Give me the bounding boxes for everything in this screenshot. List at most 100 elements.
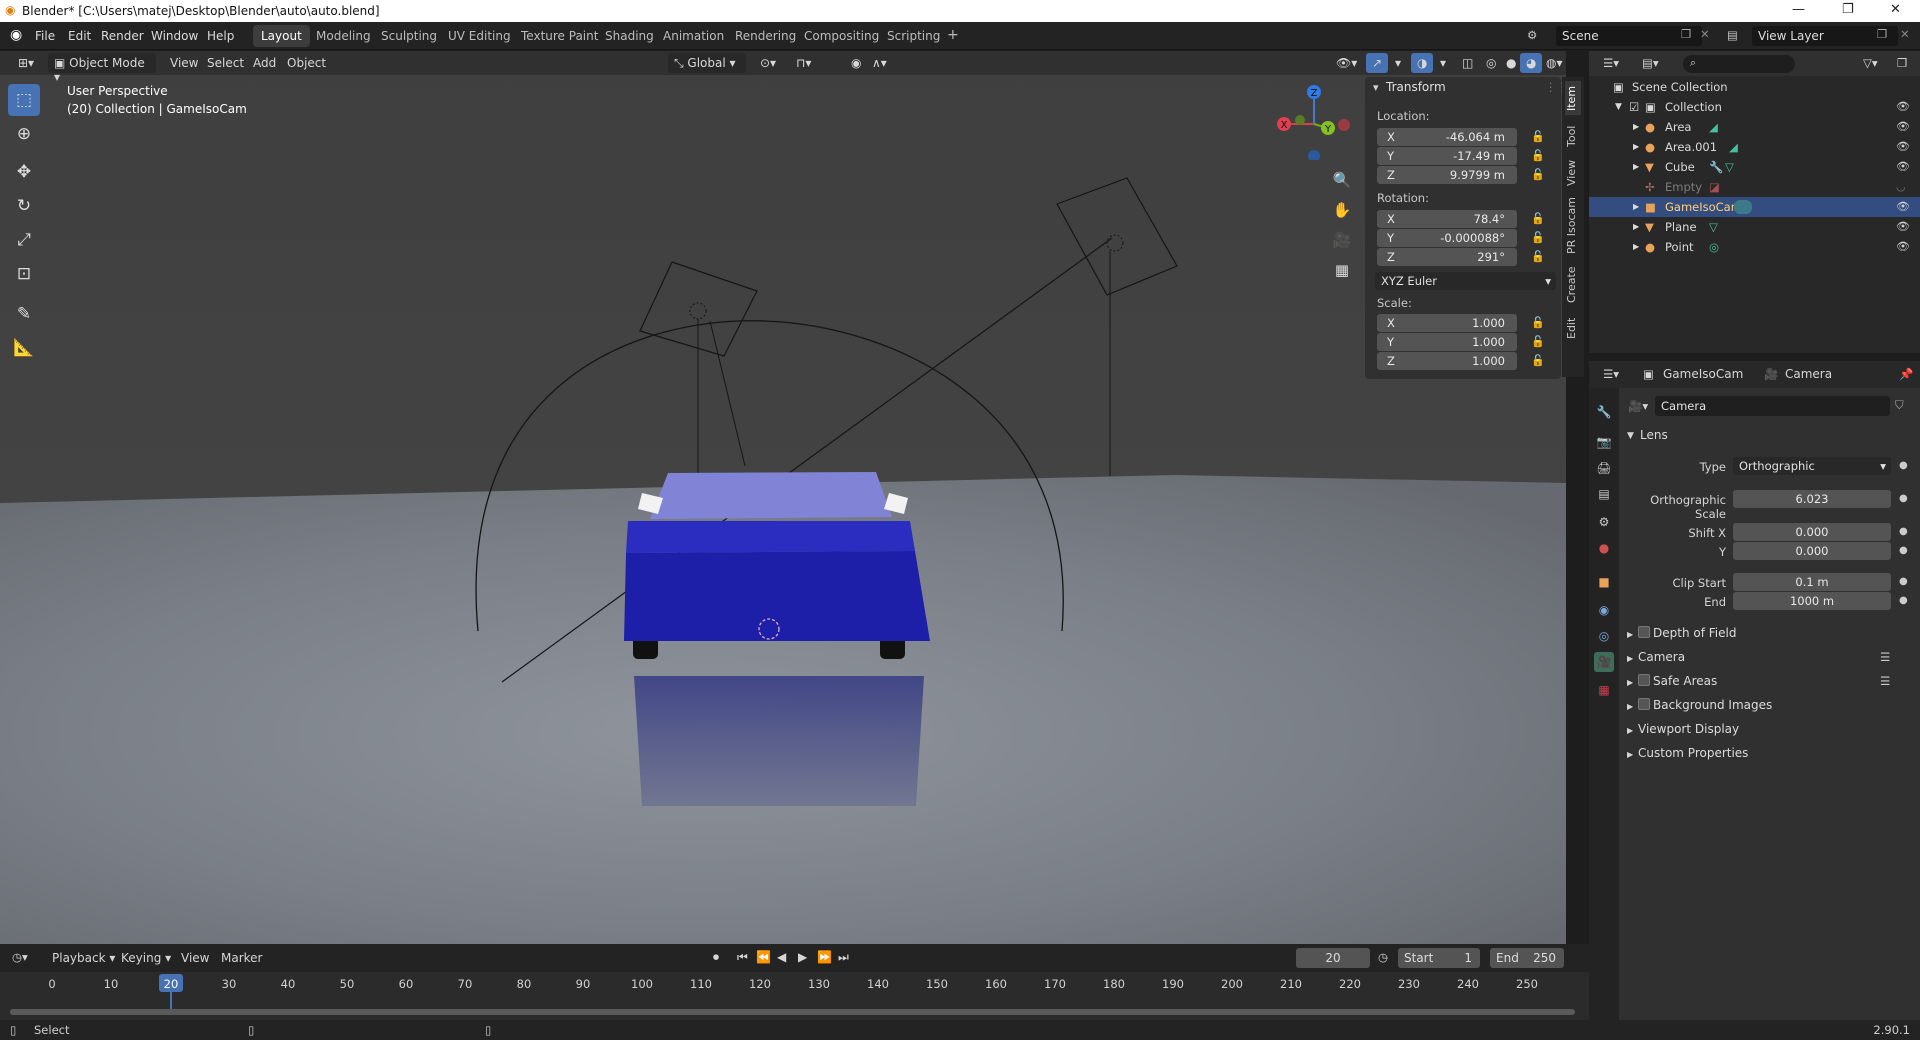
editor-type-icon[interactable]: ☰▾ — [1603, 367, 1619, 381]
expand-arrow-icon[interactable]: ▶ — [1627, 702, 1633, 711]
camera-section[interactable]: Camera — [1638, 650, 1685, 664]
physics-tab-icon[interactable]: ◉ — [1594, 600, 1614, 620]
expand-arrow-icon[interactable]: ▶ — [1633, 122, 1639, 131]
move-tool-icon[interactable]: ✥ — [8, 156, 40, 188]
rotation-mode-dropdown[interactable]: XYZ Euler ▾ — [1375, 272, 1556, 290]
expand-arrow-icon[interactable]: ▶ — [1633, 202, 1639, 211]
minimize-icon[interactable]: — — [1792, 2, 1805, 17]
delete-view-layer-icon[interactable]: ✕ — [1900, 27, 1910, 41]
background-images-section[interactable]: Background Images — [1653, 698, 1772, 712]
eye-icon[interactable]: 👁 — [1896, 100, 1910, 113]
lock-icon[interactable]: 🔓 — [1531, 354, 1545, 367]
lock-icon[interactable]: 🔓 — [1531, 130, 1545, 143]
pivot-icon[interactable]: ⊙▾ — [754, 53, 782, 73]
menu-object[interactable]: Object — [281, 53, 332, 73]
outliner-search-input[interactable]: ⌕ — [1683, 55, 1795, 73]
transform-header[interactable]: Transform — [1386, 80, 1446, 94]
shift-x-field[interactable]: 0.000 — [1733, 523, 1891, 541]
start-frame-field[interactable]: Start 1 — [1398, 948, 1480, 968]
expand-arrow-icon[interactable]: ▶ — [1627, 678, 1633, 687]
texture-tab-icon[interactable]: ▦ — [1594, 680, 1614, 700]
gizmo-neg-y-handle[interactable] — [1295, 115, 1305, 125]
close-icon[interactable]: ✕ — [1890, 2, 1901, 17]
keyframe-dot-icon[interactable]: ● — [1899, 493, 1908, 504]
tab-create[interactable]: Create — [1565, 263, 1581, 307]
eye-icon[interactable]: 👁 — [1896, 140, 1910, 153]
tab-modeling[interactable]: Modeling — [308, 25, 379, 47]
tab-animation[interactable]: Animation — [655, 25, 732, 47]
expand-arrow-icon[interactable]: ▶ — [1633, 142, 1639, 151]
menu-edit[interactable]: Edit — [68, 29, 91, 43]
menu-marker[interactable]: Marker — [221, 951, 262, 965]
depth-of-field-section[interactable]: Depth of Field — [1653, 626, 1736, 640]
rotation-z-field[interactable]: Z 291° — [1377, 248, 1517, 266]
expand-arrow-icon[interactable]: ▶ — [1633, 242, 1639, 251]
location-z-field[interactable]: Z 9.9799 m — [1377, 166, 1517, 184]
navigation-gizmo[interactable]: Z X Y — [1270, 80, 1350, 160]
view-layer-tab-icon[interactable]: ▤ — [1594, 484, 1614, 504]
outliner-collection[interactable]: ▼ ☑ ▣ Collection 👁 — [1589, 97, 1920, 117]
eye-hidden-icon[interactable]: ◡ — [1896, 180, 1906, 193]
pin-icon[interactable]: 📌 — [1899, 367, 1913, 381]
menu-add[interactable]: Add — [247, 53, 282, 73]
menu-playback[interactable]: Playback ▾ — [52, 951, 115, 965]
lock-icon[interactable]: 🔓 — [1531, 212, 1545, 225]
overlay-dropdown-icon[interactable]: ▾ — [1434, 53, 1452, 73]
editor-type-icon[interactable]: ⊞▾ — [12, 53, 40, 73]
eye-icon[interactable]: 👁 — [1896, 240, 1910, 253]
checkbox-icon[interactable]: ☑ — [1629, 100, 1639, 114]
tab-edit[interactable]: Edit — [1565, 313, 1581, 343]
tab-uv-editing[interactable]: UV Editing — [440, 25, 519, 47]
custom-properties-section[interactable]: Custom Properties — [1638, 746, 1748, 760]
prev-keyframe-icon[interactable]: ⏪ — [756, 950, 771, 964]
expand-arrow-icon[interactable]: ▶ — [1633, 162, 1639, 171]
tab-scripting[interactable]: Scripting — [879, 25, 948, 47]
play-icon[interactable]: ▶ — [798, 950, 807, 964]
outliner-item-cube[interactable]: ▶ ▼ Cube 🔧 ▽ 👁 — [1589, 157, 1920, 177]
outliner-scene-collection[interactable]: ▣ Scene Collection — [1589, 77, 1920, 97]
menu-file[interactable]: File — [35, 29, 55, 43]
jump-end-icon[interactable]: ⏭ — [838, 950, 849, 965]
tab-rendering[interactable]: Rendering — [727, 25, 804, 47]
eye-icon[interactable]: 👁 — [1896, 220, 1910, 233]
tab-texture-paint[interactable]: Texture Paint — [513, 25, 606, 47]
depth-of-field-checkbox[interactable] — [1638, 626, 1650, 638]
menu-keying[interactable]: Keying ▾ — [121, 951, 171, 965]
delete-scene-icon[interactable]: ✕ — [1700, 27, 1710, 41]
editor-type-icon[interactable]: ◷▾ — [12, 950, 28, 964]
select-box-tool-icon[interactable]: ⬚ — [8, 84, 40, 116]
add-workspace-icon[interactable]: + — [947, 27, 959, 43]
next-keyframe-icon[interactable]: ⏩ — [817, 950, 832, 964]
current-frame-field[interactable]: 20 — [1296, 948, 1370, 968]
rotation-y-field[interactable]: Y -0.000088° — [1377, 229, 1517, 247]
expand-arrow-icon[interactable]: ▶ — [1627, 630, 1633, 639]
car-body[interactable] — [624, 551, 930, 641]
ortho-grid-icon[interactable]: ▦ — [1328, 256, 1356, 284]
keyframe-dot-icon[interactable]: ● — [1899, 595, 1908, 606]
context-object-name[interactable]: GameIsoCam — [1663, 367, 1743, 381]
expand-arrow-icon[interactable]: ▼ — [1627, 431, 1634, 441]
safe-areas-checkbox[interactable] — [1638, 674, 1650, 686]
lens-section-header[interactable]: Lens — [1640, 428, 1668, 442]
scale-z-field[interactable]: Z 1.000 — [1377, 352, 1517, 370]
camera-type-dropdown[interactable]: Orthographic ▾ — [1733, 457, 1891, 475]
expand-arrow-icon[interactable]: ▼ — [1615, 102, 1622, 112]
keyframe-dot-icon[interactable]: ● — [1899, 526, 1908, 537]
rendered-shading-icon[interactable]: ◍▾ — [1540, 53, 1566, 73]
display-mode-icon[interactable]: ▤▾ — [1642, 56, 1659, 70]
end-frame-field[interactable]: End 250 — [1490, 948, 1564, 968]
tab-sculpting[interactable]: Sculpting — [373, 25, 445, 47]
car-top-body[interactable] — [626, 521, 915, 553]
new-collection-icon[interactable]: ❐ — [1897, 56, 1907, 70]
visibility-icon[interactable]: 👁▾ — [1330, 53, 1363, 73]
scene-icon[interactable]: ⚙ — [1527, 28, 1537, 42]
context-data-name[interactable]: Camera — [1785, 367, 1832, 381]
ortho-scale-field[interactable]: 6.023 — [1733, 490, 1891, 508]
tab-layout[interactable]: Layout — [253, 25, 310, 47]
outliner-item-gameisocam[interactable]: ▶ ■ GameIsoCam 👁 — [1589, 197, 1920, 217]
blender-menu-icon[interactable]: ◉ — [10, 27, 22, 43]
lock-icon[interactable]: 🔓 — [1531, 149, 1545, 162]
cursor-tool-icon[interactable]: ⊕ — [8, 118, 40, 150]
lock-icon[interactable]: 🔓 — [1531, 231, 1545, 244]
pan-hand-icon[interactable]: ✋ — [1328, 196, 1356, 224]
